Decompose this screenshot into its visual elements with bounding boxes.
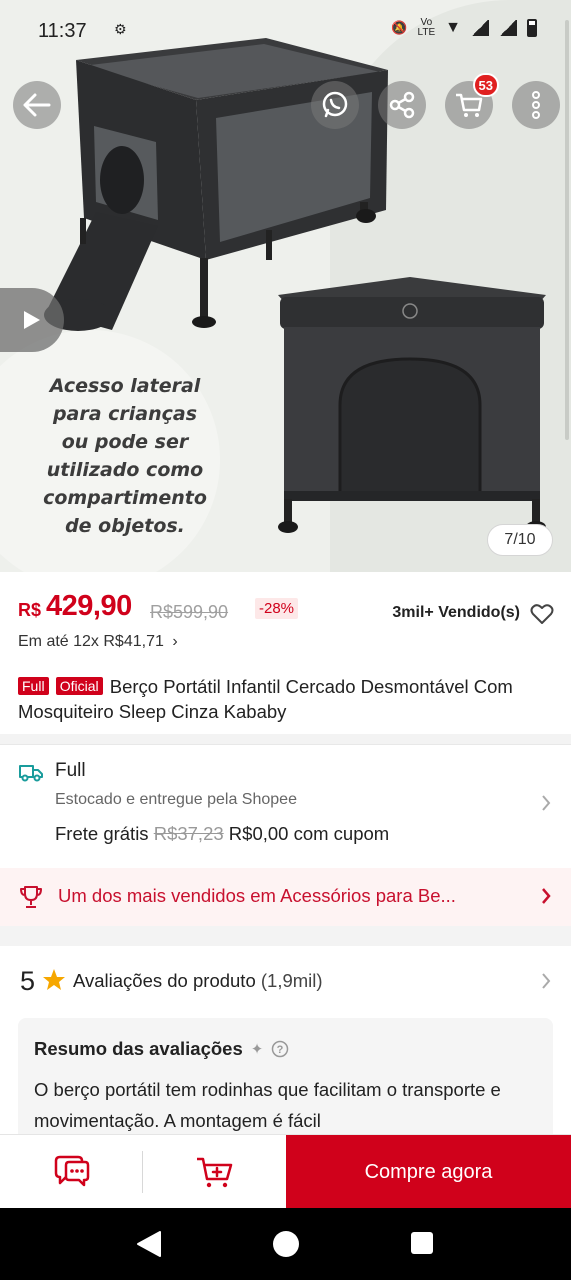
mute-icon: 🔕 [391,20,408,35]
best-seller-banner[interactable]: Um dos mais vendidos em Acessórios para … [0,868,571,926]
caption-line: compartimento [43,487,207,509]
installments-link[interactable]: Em até 12x R$41,71 › [18,633,178,651]
heart-icon[interactable] [530,603,554,625]
nav-recents-icon[interactable] [411,1232,433,1254]
sold-count: 3mil+ Vendido(s) [392,604,520,621]
chevron-right-icon [542,795,551,811]
network-label: LTE [417,27,436,38]
battery-icon [527,19,537,37]
original-price: R$599,90 [150,602,229,622]
product-image-gallery[interactable]: Acesso lateral para crianças ou pode ser… [0,0,571,572]
cart-count-badge: 53 [472,73,499,97]
review-summary-text: O berço portátil tem rodinhas que facili… [34,1079,501,1131]
chat-icon [54,1155,89,1187]
back-button[interactable] [13,81,61,129]
buy-now-button[interactable]: Compre agora [286,1135,571,1209]
share-button[interactable] [378,81,426,129]
chat-button[interactable] [0,1135,143,1209]
nav-home-icon[interactable] [273,1231,299,1257]
current-price: 429,90 [46,590,132,622]
trophy-icon [20,886,42,908]
review-summary-title: Resumo das avaliações ✦ ? [34,1038,537,1060]
sparkle-icon: ✦ [250,1041,264,1058]
truck-icon [19,765,43,782]
stock-info: Estocado e entregue pela Shopee [55,791,297,808]
add-to-cart-icon [196,1157,232,1188]
price-row: R$ 429,90 R$599,90 -28% 3mil+ Vendido(s) [18,590,558,630]
more-vertical-icon [532,91,540,119]
caption-line: utilizado como [46,459,204,481]
whatsapp-share-button[interactable] [311,81,359,129]
image-counter: 7/10 [487,524,553,556]
wifi-icon: ▼ [445,19,461,36]
review-summary-card: Resumo das avaliações ✦ ? O berço portát… [18,1018,553,1148]
chevron-right-icon: › [172,633,178,650]
full-tag: Full [18,677,49,695]
bottom-action-bar: Compre agora [0,1134,571,1209]
product-title: Full Oficial Berço Portátil Infantil Cer… [18,674,558,724]
signal-icon [471,20,489,36]
play-icon [24,311,40,329]
caption-line: ou pode ser [61,431,189,453]
price-currency: R$ [18,600,42,620]
gallery-scrollbar [565,20,569,440]
system-navigation-bar [0,1208,571,1280]
shipping-section[interactable]: Full Estocado e entregue pela Shopee Fre… [0,744,571,868]
discount-badge: -28% [255,598,299,619]
reviews-header[interactable]: 5 Avaliações do produto (1,9mil) [0,946,571,1016]
play-video-button[interactable] [0,288,64,352]
caption-line: de objetos. [65,515,185,537]
share-icon [389,91,415,119]
svg-text:?: ? [277,1044,284,1056]
help-icon[interactable]: ? [271,1040,289,1058]
arrow-left-icon [23,93,51,117]
star-icon [43,969,65,990]
nav-back-icon[interactable] [136,1230,162,1258]
frete-new-price: R$0,00 com cupom [228,823,390,844]
crib-image-front [278,277,546,533]
chevron-right-icon [542,888,551,904]
whatsapp-icon [322,91,348,118]
rating-score: 5 [20,966,36,996]
frete-label: Frete grátis [55,823,149,844]
summary-title-text: Resumo das avaliações [34,1038,243,1059]
more-options-button[interactable] [512,81,560,129]
oficial-tag: Oficial [55,677,103,695]
signal-icon [499,20,517,36]
volte-icon: Vo LTE [417,17,436,38]
reviews-count: (1,9mil) [260,970,323,991]
notification-icon: ⚙ [114,21,127,37]
caption-line: para crianças [52,403,198,425]
status-time: 11:37 [38,20,87,42]
best-seller-text: Um dos mais vendidos em Acessórios para … [58,885,456,906]
free-shipping-info: Frete grátis R$37,23 R$0,00 com cupom [55,823,389,845]
image-caption: Acesso lateral para crianças ou pode ser… [30,372,220,540]
frete-old-price: R$37,23 [153,823,224,844]
cart-button[interactable]: 53 [445,73,499,129]
reviews-title: Avaliações do produto [73,970,256,991]
chevron-right-icon [542,973,551,989]
section-divider [0,926,571,946]
add-to-cart-button[interactable] [143,1135,286,1209]
shipping-full-label: Full [55,760,86,781]
installments-text: Em até 12x R$41,71 [18,633,164,650]
status-bar: 11:37 ⚙ 🔕 Vo LTE ▼ [0,0,571,64]
reviews-label: Avaliações do produto (1,9mil) [73,970,323,992]
caption-line: Acesso lateral [49,375,201,397]
section-divider [0,734,571,744]
